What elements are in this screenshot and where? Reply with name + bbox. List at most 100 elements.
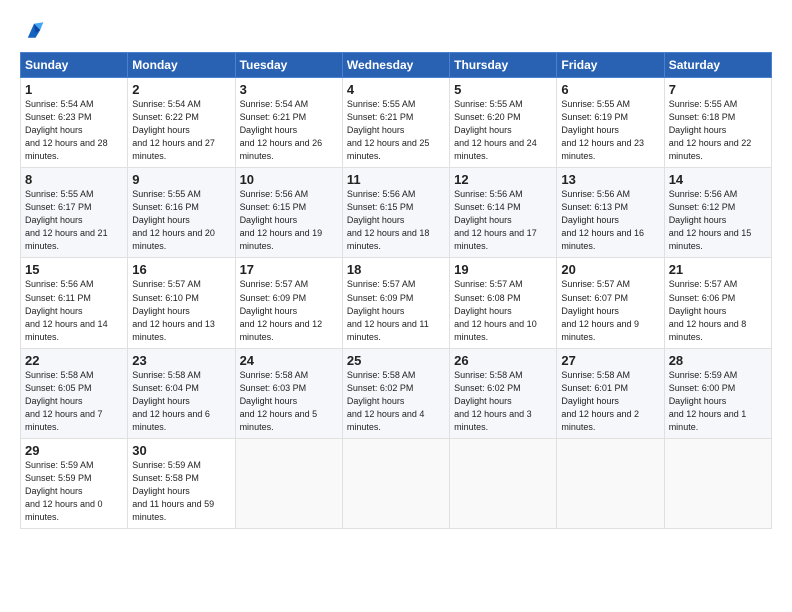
day-info: Sunrise: 5:56 AM Sunset: 6:13 PM Dayligh…	[561, 188, 659, 253]
day-cell: 14 Sunrise: 5:56 AM Sunset: 6:12 PM Dayl…	[664, 168, 771, 258]
day-number: 3	[240, 82, 338, 97]
day-info: Sunrise: 5:58 AM Sunset: 6:05 PM Dayligh…	[25, 369, 123, 434]
day-cell: 19 Sunrise: 5:57 AM Sunset: 6:08 PM Dayl…	[450, 258, 557, 348]
day-info: Sunrise: 5:56 AM Sunset: 6:15 PM Dayligh…	[347, 188, 445, 253]
day-cell: 23 Sunrise: 5:58 AM Sunset: 6:04 PM Dayl…	[128, 348, 235, 438]
day-header-monday: Monday	[128, 53, 235, 78]
day-number: 26	[454, 353, 552, 368]
day-header-tuesday: Tuesday	[235, 53, 342, 78]
day-number: 6	[561, 82, 659, 97]
day-number: 13	[561, 172, 659, 187]
day-info: Sunrise: 5:59 AM Sunset: 6:00 PM Dayligh…	[669, 369, 767, 434]
day-info: Sunrise: 5:54 AM Sunset: 6:23 PM Dayligh…	[25, 98, 123, 163]
logo-icon	[20, 16, 48, 44]
day-info: Sunrise: 5:54 AM Sunset: 6:21 PM Dayligh…	[240, 98, 338, 163]
day-cell	[342, 438, 449, 528]
day-info: Sunrise: 5:58 AM Sunset: 6:02 PM Dayligh…	[347, 369, 445, 434]
day-info: Sunrise: 5:56 AM Sunset: 6:12 PM Dayligh…	[669, 188, 767, 253]
day-number: 29	[25, 443, 123, 458]
day-info: Sunrise: 5:58 AM Sunset: 6:01 PM Dayligh…	[561, 369, 659, 434]
day-info: Sunrise: 5:55 AM Sunset: 6:19 PM Dayligh…	[561, 98, 659, 163]
day-number: 21	[669, 262, 767, 277]
day-cell: 24 Sunrise: 5:58 AM Sunset: 6:03 PM Dayl…	[235, 348, 342, 438]
day-number: 18	[347, 262, 445, 277]
day-cell	[664, 438, 771, 528]
day-info: Sunrise: 5:59 AM Sunset: 5:58 PM Dayligh…	[132, 459, 230, 524]
day-number: 20	[561, 262, 659, 277]
day-cell: 9 Sunrise: 5:55 AM Sunset: 6:16 PM Dayli…	[128, 168, 235, 258]
day-cell: 20 Sunrise: 5:57 AM Sunset: 6:07 PM Dayl…	[557, 258, 664, 348]
week-row-4: 22 Sunrise: 5:58 AM Sunset: 6:05 PM Dayl…	[21, 348, 772, 438]
day-cell: 16 Sunrise: 5:57 AM Sunset: 6:10 PM Dayl…	[128, 258, 235, 348]
day-cell: 5 Sunrise: 5:55 AM Sunset: 6:20 PM Dayli…	[450, 78, 557, 168]
day-cell: 17 Sunrise: 5:57 AM Sunset: 6:09 PM Dayl…	[235, 258, 342, 348]
day-number: 4	[347, 82, 445, 97]
day-info: Sunrise: 5:55 AM Sunset: 6:21 PM Dayligh…	[347, 98, 445, 163]
day-info: Sunrise: 5:56 AM Sunset: 6:14 PM Dayligh…	[454, 188, 552, 253]
day-info: Sunrise: 5:57 AM Sunset: 6:07 PM Dayligh…	[561, 278, 659, 343]
day-cell	[235, 438, 342, 528]
day-cell: 18 Sunrise: 5:57 AM Sunset: 6:09 PM Dayl…	[342, 258, 449, 348]
day-number: 25	[347, 353, 445, 368]
day-number: 8	[25, 172, 123, 187]
day-cell	[557, 438, 664, 528]
day-number: 23	[132, 353, 230, 368]
day-header-thursday: Thursday	[450, 53, 557, 78]
day-header-sunday: Sunday	[21, 53, 128, 78]
day-info: Sunrise: 5:57 AM Sunset: 6:10 PM Dayligh…	[132, 278, 230, 343]
day-info: Sunrise: 5:55 AM Sunset: 6:18 PM Dayligh…	[669, 98, 767, 163]
day-header-friday: Friday	[557, 53, 664, 78]
week-row-2: 8 Sunrise: 5:55 AM Sunset: 6:17 PM Dayli…	[21, 168, 772, 258]
day-cell: 11 Sunrise: 5:56 AM Sunset: 6:15 PM Dayl…	[342, 168, 449, 258]
day-cell: 2 Sunrise: 5:54 AM Sunset: 6:22 PM Dayli…	[128, 78, 235, 168]
day-cell: 28 Sunrise: 5:59 AM Sunset: 6:00 PM Dayl…	[664, 348, 771, 438]
day-info: Sunrise: 5:59 AM Sunset: 5:59 PM Dayligh…	[25, 459, 123, 524]
day-cell: 15 Sunrise: 5:56 AM Sunset: 6:11 PM Dayl…	[21, 258, 128, 348]
day-cell: 25 Sunrise: 5:58 AM Sunset: 6:02 PM Dayl…	[342, 348, 449, 438]
logo	[20, 16, 52, 44]
week-row-5: 29 Sunrise: 5:59 AM Sunset: 5:59 PM Dayl…	[21, 438, 772, 528]
day-cell: 7 Sunrise: 5:55 AM Sunset: 6:18 PM Dayli…	[664, 78, 771, 168]
day-number: 1	[25, 82, 123, 97]
day-info: Sunrise: 5:55 AM Sunset: 6:17 PM Dayligh…	[25, 188, 123, 253]
day-info: Sunrise: 5:58 AM Sunset: 6:02 PM Dayligh…	[454, 369, 552, 434]
day-cell: 1 Sunrise: 5:54 AM Sunset: 6:23 PM Dayli…	[21, 78, 128, 168]
day-cell: 6 Sunrise: 5:55 AM Sunset: 6:19 PM Dayli…	[557, 78, 664, 168]
day-number: 5	[454, 82, 552, 97]
day-number: 15	[25, 262, 123, 277]
day-info: Sunrise: 5:58 AM Sunset: 6:04 PM Dayligh…	[132, 369, 230, 434]
day-cell: 22 Sunrise: 5:58 AM Sunset: 6:05 PM Dayl…	[21, 348, 128, 438]
day-cell: 21 Sunrise: 5:57 AM Sunset: 6:06 PM Dayl…	[664, 258, 771, 348]
day-number: 19	[454, 262, 552, 277]
day-number: 17	[240, 262, 338, 277]
day-number: 30	[132, 443, 230, 458]
calendar-table: SundayMondayTuesdayWednesdayThursdayFrid…	[20, 52, 772, 529]
week-row-3: 15 Sunrise: 5:56 AM Sunset: 6:11 PM Dayl…	[21, 258, 772, 348]
day-cell: 26 Sunrise: 5:58 AM Sunset: 6:02 PM Dayl…	[450, 348, 557, 438]
day-number: 9	[132, 172, 230, 187]
day-number: 28	[669, 353, 767, 368]
day-info: Sunrise: 5:57 AM Sunset: 6:09 PM Dayligh…	[240, 278, 338, 343]
day-number: 10	[240, 172, 338, 187]
day-number: 24	[240, 353, 338, 368]
day-header-saturday: Saturday	[664, 53, 771, 78]
day-cell: 27 Sunrise: 5:58 AM Sunset: 6:01 PM Dayl…	[557, 348, 664, 438]
day-number: 12	[454, 172, 552, 187]
day-info: Sunrise: 5:58 AM Sunset: 6:03 PM Dayligh…	[240, 369, 338, 434]
day-number: 27	[561, 353, 659, 368]
day-info: Sunrise: 5:55 AM Sunset: 6:20 PM Dayligh…	[454, 98, 552, 163]
page: SundayMondayTuesdayWednesdayThursdayFrid…	[0, 0, 792, 612]
day-number: 11	[347, 172, 445, 187]
day-cell: 30 Sunrise: 5:59 AM Sunset: 5:58 PM Dayl…	[128, 438, 235, 528]
day-cell: 3 Sunrise: 5:54 AM Sunset: 6:21 PM Dayli…	[235, 78, 342, 168]
day-cell	[450, 438, 557, 528]
day-cell: 4 Sunrise: 5:55 AM Sunset: 6:21 PM Dayli…	[342, 78, 449, 168]
day-number: 7	[669, 82, 767, 97]
calendar-header-row: SundayMondayTuesdayWednesdayThursdayFrid…	[21, 53, 772, 78]
day-info: Sunrise: 5:57 AM Sunset: 6:08 PM Dayligh…	[454, 278, 552, 343]
header	[20, 16, 772, 44]
day-number: 14	[669, 172, 767, 187]
day-info: Sunrise: 5:57 AM Sunset: 6:09 PM Dayligh…	[347, 278, 445, 343]
day-number: 2	[132, 82, 230, 97]
day-cell: 8 Sunrise: 5:55 AM Sunset: 6:17 PM Dayli…	[21, 168, 128, 258]
